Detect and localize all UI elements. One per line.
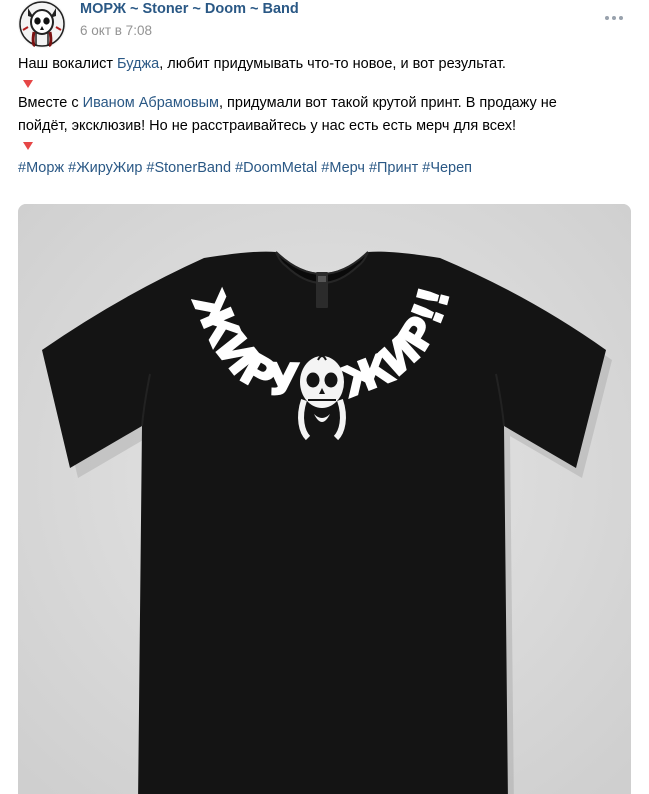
- post-author-link[interactable]: МОРЖ ~ Stoner ~ Doom ~ Band: [80, 0, 299, 18]
- red-triangle-down-icon: [23, 80, 33, 88]
- text-fragment: Наш вокалист: [18, 56, 118, 72]
- post-text-line-1: Наш вокалист Буджа, любит придумывать чт…: [18, 53, 630, 76]
- post-more-button[interactable]: [600, 8, 628, 28]
- text-fragment: , придумали вот такой крутой принт. В пр…: [218, 95, 557, 111]
- more-horizontal-icon: [605, 16, 623, 20]
- post-text-line-3: пойдёт, эксклюзив! Но не расстраивайтесь…: [18, 118, 517, 134]
- red-triangle-down-icon: [23, 142, 33, 150]
- post-date[interactable]: 6 окт в 7:08: [80, 22, 152, 40]
- hashtag-link[interactable]: #ЖируЖир: [68, 157, 142, 180]
- text-fragment: Вместе с: [18, 95, 83, 111]
- hashtag-link[interactable]: #Мерч: [321, 157, 365, 180]
- mention-budja-link[interactable]: Буджа: [117, 56, 159, 72]
- author-avatar[interactable]: [18, 0, 66, 48]
- mention-ivan-abramov-link[interactable]: Иваном Абрамовым: [83, 95, 219, 111]
- hashtag-link[interactable]: #Принт: [369, 157, 418, 180]
- hashtag-link[interactable]: #Морж: [18, 157, 64, 180]
- hashtag-link[interactable]: #Череп: [422, 157, 472, 180]
- hashtag-link[interactable]: #StonerBand: [146, 157, 231, 180]
- post-text: Наш вокалист Буджа, любит придумывать чт…: [18, 53, 630, 180]
- hashtag-list: #Морж #ЖируЖир #StonerBand #DoomMetal #М…: [18, 157, 630, 180]
- triangle-emoji: [18, 138, 630, 154]
- post-header: МОРЖ ~ Stoner ~ Doom ~ Band 6 окт в 7:08: [18, 0, 638, 48]
- wall-post: МОРЖ ~ Stoner ~ Doom ~ Band 6 окт в 7:08…: [0, 0, 649, 794]
- text-fragment: , любит придумывать что-то новое, и вот …: [159, 56, 506, 72]
- hashtag-link[interactable]: #DoomMetal: [235, 157, 317, 180]
- post-photo[interactable]: ЖИРУ ЖИР!!!: [18, 204, 631, 794]
- triangle-emoji: [18, 76, 630, 92]
- post-text-line-2: Вместе с Иваном Абрамовым, придумали вот…: [18, 92, 630, 115]
- tshirt-photo-image: ЖИРУ ЖИР!!!: [18, 204, 631, 794]
- skull-avatar-icon: [18, 0, 66, 48]
